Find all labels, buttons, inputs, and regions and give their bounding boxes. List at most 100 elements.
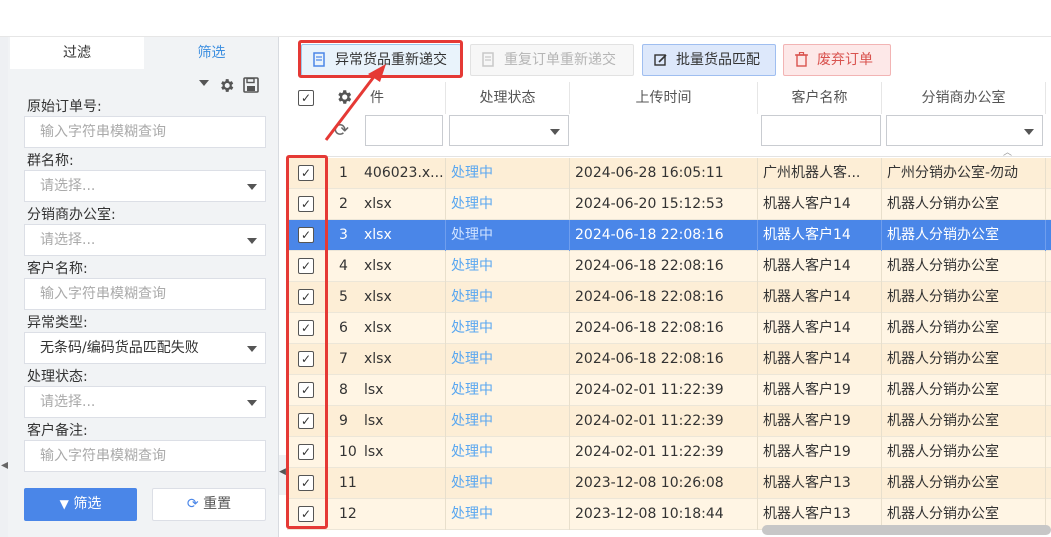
upload-time-cell[interactable]: 2024-06-18 22:08:16 bbox=[570, 282, 758, 313]
office-cell[interactable]: 广州分销办公室-勿动 bbox=[882, 158, 1046, 189]
row-checkbox[interactable]: ✓ bbox=[298, 444, 314, 460]
table-row[interactable]: ✓ 9 lsx 处理中 2024-02-01 11:22:39 机器人客户19 机器人分销办… bbox=[287, 406, 1051, 437]
customer-cell[interactable]: 机器人客户14 bbox=[758, 189, 882, 220]
group-name-select[interactable]: 请选择... bbox=[24, 170, 266, 202]
column-header-office[interactable]: 分销商办公室 bbox=[882, 82, 1046, 114]
upload-time-cell[interactable]: 2024-02-01 11:22:39 bbox=[570, 437, 758, 468]
row-checkbox[interactable]: ✓ bbox=[298, 227, 314, 243]
status-cell[interactable]: 处理中 bbox=[446, 220, 570, 251]
filter-button[interactable]: ▼ 筛选 bbox=[24, 488, 137, 521]
status-cell[interactable]: 处理中 bbox=[446, 375, 570, 406]
customer-cell[interactable]: 机器人客户14 bbox=[758, 282, 882, 313]
table-row[interactable]: ✓ 7 xlsx 处理中 2024-06-18 22:08:16 机器人客户14 机器人分销… bbox=[287, 344, 1051, 375]
office-cell[interactable]: 机器人分销办公室 bbox=[882, 220, 1046, 251]
select-all-checkbox[interactable]: ✓ bbox=[298, 90, 314, 106]
status-filter-select[interactable] bbox=[449, 115, 569, 146]
office-cell[interactable]: 机器人分销办公室 bbox=[882, 375, 1046, 406]
office-cell[interactable]: 机器人分销办公室 bbox=[882, 406, 1046, 437]
table-row[interactable]: ✓ 5 xlsx 处理中 2024-06-18 22:08:16 机器人客户14 机器人分销… bbox=[287, 282, 1051, 313]
row-checkbox[interactable]: ✓ bbox=[298, 258, 314, 274]
status-cell[interactable]: 处理中 bbox=[446, 158, 570, 189]
order-no-input[interactable]: 输入字符串模糊查询 bbox=[24, 116, 266, 148]
upload-time-cell[interactable]: 2024-06-18 22:08:16 bbox=[570, 220, 758, 251]
table-row[interactable]: ✓ 11 处理中 2023-12-08 10:26:08 机器人客户13 机器人分销办公室 bbox=[287, 468, 1051, 499]
sidebar-splitter[interactable]: ◀ bbox=[279, 455, 287, 495]
file-cell[interactable]: 406023.x... bbox=[364, 158, 446, 189]
file-cell[interactable] bbox=[364, 499, 446, 530]
status-cell[interactable]: 处理中 bbox=[446, 406, 570, 437]
row-checkbox[interactable]: ✓ bbox=[298, 413, 314, 429]
file-cell[interactable]: xlsx bbox=[364, 313, 446, 344]
office-cell[interactable]: 机器人分销办公室 bbox=[882, 282, 1046, 313]
upload-time-cell[interactable]: 2024-06-18 22:08:16 bbox=[570, 313, 758, 344]
customer-remark-input[interactable]: 输入字符串模糊查询 bbox=[24, 440, 266, 472]
column-header-upload-time[interactable]: 上传时间 bbox=[570, 82, 758, 114]
sort-up-icon[interactable]: ︿ bbox=[1003, 145, 1012, 158]
batch-match-button[interactable]: 批量货品匹配 bbox=[642, 44, 776, 76]
status-cell[interactable]: 处理中 bbox=[446, 313, 570, 344]
file-cell[interactable]: xlsx bbox=[364, 344, 446, 375]
resubmit-duplicate-button[interactable]: 重复订单重新递交 bbox=[470, 44, 634, 76]
collapse-left-icon[interactable]: ◀ bbox=[1, 460, 9, 486]
horizontal-scrollbar[interactable] bbox=[762, 525, 1051, 535]
file-cell[interactable]: xlsx bbox=[364, 251, 446, 282]
table-row[interactable]: ✓ 6 xlsx 处理中 2024-06-18 22:08:16 机器人客户14 机器人分销… bbox=[287, 313, 1051, 344]
office-cell[interactable]: 机器人分销办公室 bbox=[882, 468, 1046, 499]
office-cell[interactable]: 机器人分销办公室 bbox=[882, 251, 1046, 282]
row-checkbox[interactable]: ✓ bbox=[298, 165, 314, 181]
customer-cell[interactable]: 机器人客户14 bbox=[758, 251, 882, 282]
status-cell[interactable]: 处理中 bbox=[446, 282, 570, 313]
file-cell[interactable]: xlsx bbox=[364, 189, 446, 220]
table-row[interactable]: ✓ 2 xlsx 处理中 2024-06-20 15:12:53 机器人客户14 机器人分销… bbox=[287, 189, 1051, 220]
upload-time-cell[interactable]: 2023-12-08 10:26:08 bbox=[570, 468, 758, 499]
row-checkbox[interactable]: ✓ bbox=[298, 196, 314, 212]
table-row[interactable]: ✓ 10 lsx 处理中 2024-02-01 11:22:39 机器人客户19 机器人分销… bbox=[287, 437, 1051, 468]
tab-screen[interactable]: 筛选 bbox=[144, 37, 279, 69]
status-cell[interactable]: 处理中 bbox=[446, 437, 570, 468]
customer-cell[interactable]: 广州机器人客... bbox=[758, 158, 882, 189]
discard-order-button[interactable]: 废弃订单 bbox=[783, 44, 891, 76]
file-cell[interactable]: lsx bbox=[364, 375, 446, 406]
reset-button[interactable]: ⟳ 重置 bbox=[152, 488, 266, 521]
status-cell[interactable]: 处理中 bbox=[446, 251, 570, 282]
table-row[interactable]: ✓ 1 406023.x... 处理中 2024-06-28 16:05:11 广州机器人… bbox=[287, 158, 1051, 189]
office-cell[interactable]: 机器人分销办公室 bbox=[882, 313, 1046, 344]
file-cell[interactable]: xlsx bbox=[364, 220, 446, 251]
office-cell[interactable]: 机器人分销办公室 bbox=[882, 344, 1046, 375]
status-cell[interactable]: 处理中 bbox=[446, 344, 570, 375]
upload-time-cell[interactable]: 2024-06-18 22:08:16 bbox=[570, 344, 758, 375]
table-row[interactable]: ✓ 4 xlsx 处理中 2024-06-18 22:08:16 机器人客户14 机器人分销… bbox=[287, 251, 1051, 282]
table-row[interactable]: ✓ 3 xlsx 处理中 2024-06-18 22:08:16 机器人客户14 机器人分销… bbox=[287, 220, 1051, 251]
row-checkbox[interactable]: ✓ bbox=[298, 320, 314, 336]
customer-cell[interactable]: 机器人客户19 bbox=[758, 375, 882, 406]
customer-cell[interactable]: 机器人客户19 bbox=[758, 406, 882, 437]
dropdown-caret-icon[interactable] bbox=[198, 77, 210, 95]
customer-filter-input[interactable] bbox=[761, 115, 881, 146]
row-checkbox[interactable]: ✓ bbox=[298, 289, 314, 305]
file-cell[interactable] bbox=[364, 468, 446, 499]
collapse-sidebar-icon[interactable]: ◀ bbox=[279, 467, 286, 477]
save-icon[interactable] bbox=[243, 77, 259, 95]
row-checkbox[interactable]: ✓ bbox=[298, 351, 314, 367]
status-cell[interactable]: 处理中 bbox=[446, 499, 570, 530]
process-status-select[interactable]: 请选择... bbox=[24, 386, 266, 418]
customer-name-input[interactable]: 输入字符串模糊查询 bbox=[24, 278, 266, 310]
upload-time-cell[interactable]: 2023-12-08 10:18:44 bbox=[570, 499, 758, 530]
row-checkbox[interactable]: ✓ bbox=[298, 475, 314, 491]
customer-cell[interactable]: 机器人客户14 bbox=[758, 313, 882, 344]
row-checkbox[interactable]: ✓ bbox=[298, 506, 314, 522]
column-header-customer[interactable]: 客户名称 bbox=[758, 82, 882, 114]
upload-time-cell[interactable]: 2024-06-20 15:12:53 bbox=[570, 189, 758, 220]
customer-cell[interactable]: 机器人客户14 bbox=[758, 344, 882, 375]
office-select[interactable]: 请选择... bbox=[24, 224, 266, 256]
office-filter-select[interactable] bbox=[886, 115, 1043, 146]
file-cell[interactable]: xlsx bbox=[364, 282, 446, 313]
row-checkbox[interactable]: ✓ bbox=[298, 382, 314, 398]
column-header-status[interactable]: 处理状态 bbox=[446, 82, 570, 114]
upload-time-cell[interactable]: 2024-02-01 11:22:39 bbox=[570, 406, 758, 437]
exception-type-select[interactable]: 无条码/编码货品匹配失败 bbox=[24, 332, 266, 364]
office-cell[interactable]: 机器人分销办公室 bbox=[882, 437, 1046, 468]
tab-filter[interactable]: 过滤 bbox=[10, 37, 144, 69]
customer-cell[interactable]: 机器人客户13 bbox=[758, 468, 882, 499]
customer-cell[interactable]: 机器人客户14 bbox=[758, 220, 882, 251]
